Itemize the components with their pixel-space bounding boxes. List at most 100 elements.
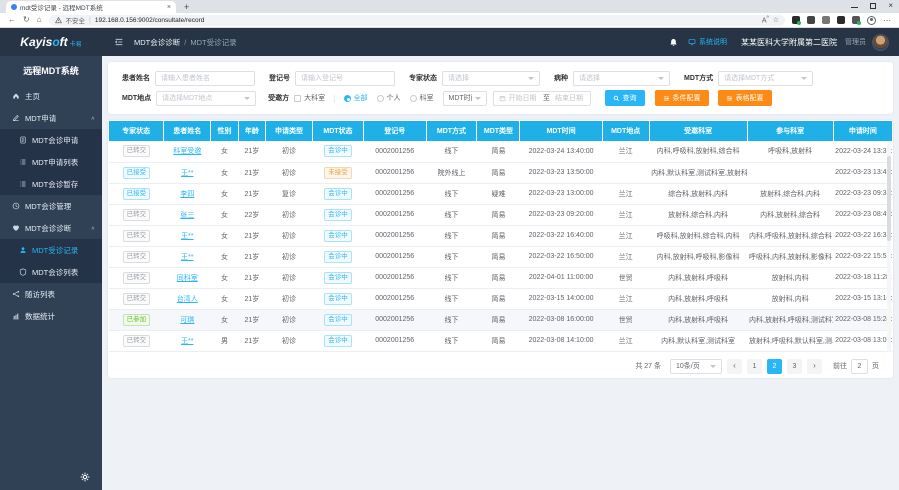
table-row[interactable]: 已转交王**女21岁初诊会诊中0002001256线下简易2022-03-22 … — [109, 225, 892, 246]
sidebar-item-主页[interactable]: 主页 — [0, 85, 102, 107]
settings-gear-icon[interactable] — [80, 472, 90, 482]
sidebar-collapse-icon[interactable] — [114, 37, 124, 47]
sidebar-item-MDT会诊列表[interactable]: MDT会诊列表 — [0, 261, 102, 283]
back-icon[interactable]: ← — [8, 15, 16, 25]
window-minimize-button[interactable] — [851, 4, 858, 8]
filter-field: 专家状态 请选择 — [409, 71, 540, 86]
jump-suffix: 页 — [872, 361, 879, 371]
notification-bell-icon[interactable] — [669, 38, 678, 47]
patient-name-link[interactable]: 同科室 — [177, 275, 198, 282]
favorite-star-icon[interactable]: ☆ — [773, 16, 779, 24]
page-size-select[interactable]: 10条/页 — [670, 359, 722, 374]
mdt-place-select[interactable]: 请选择MDT地点 — [156, 91, 256, 106]
patient-name-link[interactable]: 李四 — [180, 191, 194, 198]
page-button-1[interactable]: 1 — [747, 359, 762, 374]
jump-page-input[interactable]: 2 — [851, 359, 868, 374]
apply_time-cell: 2022-03-15 13:16:26 — [833, 288, 892, 309]
invited_depts-cell: 内科,放射科,呼吸科 — [649, 309, 747, 330]
status-badge: 会诊中 — [324, 209, 352, 221]
mdt_status-cell: 会诊中 — [313, 330, 364, 351]
table-row[interactable]: 已接受李四女21岁复诊会诊中0002001256线下疑难2022-03-23 1… — [109, 183, 892, 204]
date-range-picker[interactable]: 开始日期 至 结束日期 — [493, 91, 591, 106]
tab-close-icon[interactable]: × — [167, 4, 171, 11]
breadcrumb-item[interactable]: MDT会诊诊断 — [134, 37, 180, 48]
patient-name-link[interactable]: 王** — [181, 338, 193, 345]
extension-icon[interactable] — [792, 16, 800, 24]
table-row[interactable]: 已参加可琪女21岁初诊会诊中0002001256线下简易2022-03-08 1… — [109, 309, 892, 330]
table-row[interactable]: 已转交同科室女21岁初诊会诊中0002001256线下简易2022-04-01 … — [109, 267, 892, 288]
登记号-input[interactable]: 请输入登记号 — [295, 71, 395, 86]
refresh-icon[interactable]: ↻ — [23, 15, 30, 25]
window-restore-button[interactable] — [870, 3, 876, 9]
MDT方式-select[interactable]: 请选择MDT方式 — [718, 71, 813, 86]
mdt_place-cell: 兰江 — [602, 204, 649, 225]
big-dept-checkbox[interactable] — [294, 95, 301, 102]
table-row[interactable]: 已转交王**女21岁初诊会诊中0002001256线下简易2022-03-22 … — [109, 246, 892, 267]
table-row[interactable]: 已转交科室受邀女21岁初诊会诊中0002001256线下简易2022-03-24… — [109, 141, 892, 162]
avatar[interactable] — [872, 34, 889, 51]
filter-label: 专家状态 — [409, 73, 437, 83]
patient-name-link[interactable]: 张三 — [180, 212, 194, 219]
browser-essentials-icon[interactable] — [852, 16, 860, 24]
collections-icon[interactable] — [822, 16, 830, 24]
sidebar-item-随访列表[interactable]: 随访列表 — [0, 283, 102, 305]
mdt_type-cell: 简易 — [477, 162, 520, 183]
new-tab-button[interactable]: + — [184, 1, 189, 13]
专家状态-select[interactable]: 请选择 — [442, 71, 540, 86]
gender-cell: 女 — [211, 141, 238, 162]
status-badge: 会诊中 — [324, 251, 352, 263]
condition-config-button[interactable]: 条件配置 — [655, 90, 709, 106]
time-type-select[interactable]: MDT时间 — [443, 91, 487, 106]
scrollbar-thumb[interactable] — [887, 156, 891, 241]
radio-person[interactable]: 个人 — [377, 93, 401, 103]
read-aloud-icon[interactable]: Aᵃ — [762, 15, 769, 24]
expert_status-cell: 已转交 — [109, 246, 164, 267]
患者姓名-input[interactable]: 请输入患者姓名 — [155, 71, 255, 86]
apply_type-cell: 复诊 — [266, 183, 313, 204]
patient-name-link[interactable]: 王** — [181, 233, 193, 240]
sidebar-item-MDT受诊记录[interactable]: MDT受诊记录 — [0, 239, 102, 261]
prev-page-button[interactable]: ‹ — [727, 359, 742, 374]
split-screen-icon[interactable] — [837, 16, 845, 24]
page-button-3[interactable]: 3 — [787, 359, 802, 374]
sidebar-item-MDT会诊管理[interactable]: MDT会诊管理 — [0, 195, 102, 217]
url-field[interactable]: 不安全 | 192.168.0.156:9002/consultate/reco… — [49, 15, 785, 26]
table-row[interactable]: 已转交王**男21岁初诊会诊中0002001256线下简易2022-03-08 … — [109, 330, 892, 351]
browser-home-icon[interactable]: ⌂ — [37, 15, 42, 25]
sidebar-item-数据统计[interactable]: 数据统计 — [0, 305, 102, 327]
table-row[interactable]: 已转交张三女22岁初诊会诊中0002001256线下简易2022-03-23 0… — [109, 204, 892, 225]
browser-tab[interactable]: mdt受诊记录 - 远程MDT系统 × — [6, 1, 176, 13]
browser-menu-icon[interactable]: ⋯ — [883, 16, 891, 25]
patient-name-link[interactable]: 台湾人 — [177, 296, 198, 303]
patient-name-link[interactable]: 科室受邀 — [173, 148, 201, 155]
patient-name-link[interactable]: 王** — [181, 170, 193, 177]
system-help-link[interactable]: 系统说明 — [688, 37, 727, 47]
radio-all[interactable]: 全部 — [344, 93, 368, 103]
next-page-button[interactable]: › — [807, 359, 822, 374]
sidebar-item-MDT会诊暂存[interactable]: MDT会诊暂存 — [0, 173, 102, 195]
patient-name-link[interactable]: 王** — [181, 254, 193, 261]
patient-name-link[interactable]: 可琪 — [180, 317, 194, 324]
browser-profile-icon[interactable] — [867, 16, 876, 25]
sidebar-item-MDT申请列表[interactable]: MDT申请列表 — [0, 151, 102, 173]
search-button[interactable]: 查询 — [605, 90, 645, 106]
filter-label: 登记号 — [269, 73, 290, 83]
page-button-2[interactable]: 2 — [767, 359, 782, 374]
table-config-button[interactable]: 表格配置 — [718, 90, 772, 106]
extension-icon[interactable] — [807, 16, 815, 24]
table-scrollbar[interactable] — [887, 142, 891, 352]
table-row[interactable]: 已接受王**女21岁初诊未接受0002001256院外线上简易2022-03-2… — [109, 162, 892, 183]
filter-label: MDT地点 — [122, 93, 151, 103]
sidebar-item-MDT申请[interactable]: MDT申请∧ — [0, 107, 102, 129]
chevron-down-icon — [658, 77, 664, 80]
radio-dept[interactable]: 科室 — [410, 93, 434, 103]
sidebar-item-MDT会诊申请[interactable]: MDT会诊申请 — [0, 129, 102, 151]
sidebar-item-MDT会诊诊断[interactable]: MDT会诊诊断∧ — [0, 217, 102, 239]
window-close-button[interactable]: × — [888, 2, 893, 10]
chevron-up-icon: ∧ — [91, 225, 95, 231]
table-row[interactable]: 已转交台湾人女21岁初诊会诊中0002001256线下简易2022-03-15 … — [109, 288, 892, 309]
age-cell: 21岁 — [238, 162, 265, 183]
placeholder: 请选择 — [448, 73, 525, 83]
病种-select[interactable]: 请选择 — [573, 71, 670, 86]
mdt_place-cell: 兰江 — [602, 330, 649, 351]
